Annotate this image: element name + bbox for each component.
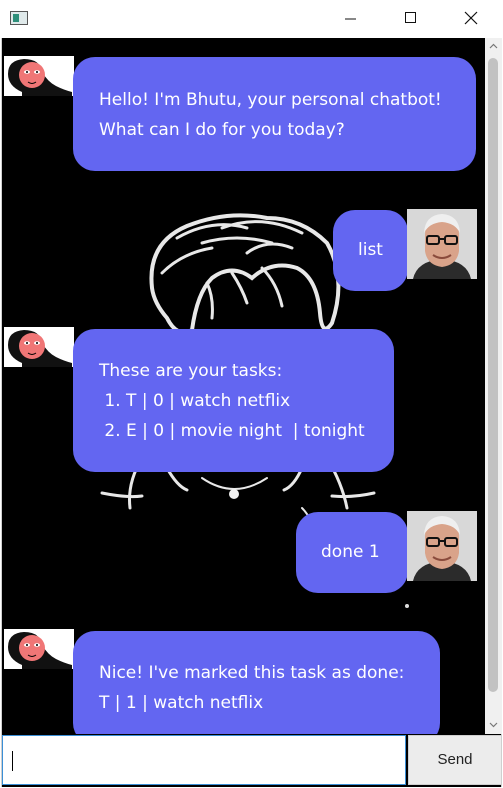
message-line: Nice! I've marked this task as done:	[99, 663, 405, 683]
message-line: 2. E | 0 | movie night | tonight	[99, 421, 365, 441]
message-line: list	[358, 240, 383, 260]
scroll-up-arrow-icon[interactable]	[485, 38, 502, 55]
message-input[interactable]	[2, 735, 406, 785]
maximize-icon	[405, 12, 416, 23]
message-line: 1. T | 0 | watch netflix	[99, 391, 291, 411]
dialog-container[interactable]: Hello! I'm Bhutu, your personal chatbot!…	[2, 38, 484, 734]
vertical-scrollbar[interactable]	[485, 38, 502, 734]
message-line: T | 1 | watch netflix	[99, 693, 264, 713]
bot-avatar	[4, 327, 74, 367]
close-button[interactable]	[448, 0, 494, 38]
bot-avatar	[4, 56, 74, 96]
chat-window: Hello! I'm Bhutu, your personal chatbot!…	[1, 38, 502, 787]
maximize-button[interactable]	[387, 0, 433, 38]
bot-avatar	[4, 629, 74, 669]
app-icon	[10, 11, 28, 25]
message-line: These are your tasks:	[99, 361, 283, 381]
scrollbar-thumb[interactable]	[488, 58, 498, 692]
message-line: Hello! I'm Bhutu, your personal chatbot!	[99, 90, 442, 110]
bot-message-bubble: Hello! I'm Bhutu, your personal chatbot!…	[73, 57, 476, 171]
close-icon	[464, 11, 478, 25]
user-avatar	[407, 209, 477, 279]
scroll-down-arrow-icon[interactable]	[485, 716, 502, 733]
minimize-icon	[345, 18, 356, 20]
minimize-button[interactable]	[327, 0, 373, 38]
text-caret	[12, 751, 13, 771]
bot-message-bubble: These are your tasks: 1. T | 0 | watch n…	[73, 329, 394, 472]
title-bar	[0, 0, 503, 38]
user-message-bubble: done 1	[296, 512, 408, 593]
message-line: done 1	[321, 542, 380, 562]
send-button[interactable]: Send	[408, 735, 502, 785]
user-avatar	[407, 511, 477, 581]
user-message-bubble: list	[333, 210, 408, 291]
message-line: What can I do for you today?	[99, 120, 345, 140]
bot-message-bubble: Nice! I've marked this task as done: T |…	[73, 631, 440, 734]
